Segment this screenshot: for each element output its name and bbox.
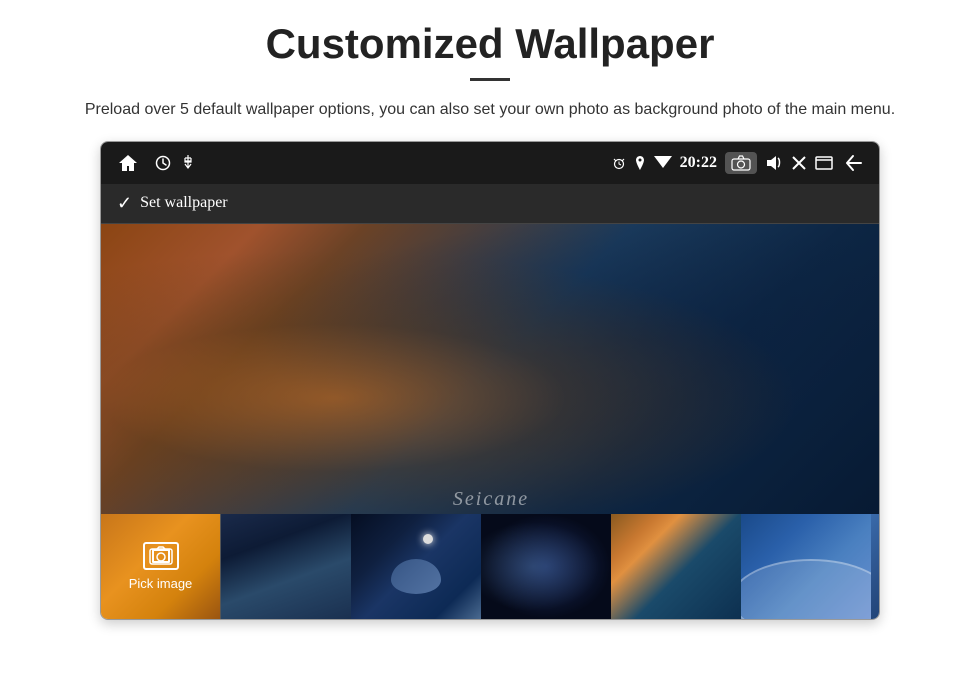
wallpaper-thumb-2[interactable] bbox=[221, 514, 351, 619]
page-title: Customized Wallpaper bbox=[266, 20, 715, 68]
wallpaper-thumb-5[interactable] bbox=[611, 514, 741, 619]
close-icon[interactable] bbox=[791, 155, 807, 171]
time-display: 20:22 bbox=[680, 154, 717, 172]
title-divider bbox=[470, 78, 510, 81]
wallpaper-thumb-4[interactable] bbox=[481, 514, 611, 619]
status-bar: 20:22 bbox=[101, 142, 879, 184]
pick-image-tile[interactable]: Pick image bbox=[101, 514, 221, 619]
status-right: 20:22 bbox=[612, 152, 863, 174]
wifi-icon bbox=[654, 156, 672, 170]
action-bar: ✓ Set wallpaper bbox=[101, 184, 879, 224]
checkmark-icon: ✓ bbox=[117, 193, 132, 214]
usb-icon bbox=[181, 154, 195, 172]
clock-icon bbox=[155, 155, 171, 171]
camera-icon bbox=[731, 155, 751, 171]
wallpaper-preview bbox=[101, 224, 879, 514]
wallpaper-thumb-3[interactable] bbox=[351, 514, 481, 619]
back-icon[interactable] bbox=[841, 154, 863, 172]
window-icon[interactable] bbox=[815, 156, 833, 170]
status-left bbox=[117, 153, 195, 173]
set-wallpaper-label: Set wallpaper bbox=[140, 194, 228, 212]
volume-icon bbox=[765, 155, 783, 171]
set-wallpaper-button[interactable]: ✓ Set wallpaper bbox=[117, 193, 228, 214]
wallpaper-thumb-7[interactable] bbox=[871, 514, 879, 619]
status-icons-left bbox=[155, 154, 195, 172]
page-wrapper: Customized Wallpaper Preload over 5 defa… bbox=[0, 0, 980, 630]
thumbnail-strip[interactable]: Pick image bbox=[101, 514, 879, 619]
pick-image-icon bbox=[143, 542, 179, 570]
location-icon bbox=[634, 155, 646, 171]
page-subtitle: Preload over 5 default wallpaper options… bbox=[85, 97, 895, 123]
camera-button[interactable] bbox=[725, 152, 757, 174]
home-icon[interactable] bbox=[117, 153, 139, 173]
preview-overlay bbox=[101, 224, 879, 514]
device-screenshot: 20:22 bbox=[100, 141, 880, 620]
pick-image-label: Pick image bbox=[129, 576, 193, 591]
wallpaper-thumb-6[interactable] bbox=[741, 514, 871, 619]
alarm-icon bbox=[612, 156, 626, 170]
